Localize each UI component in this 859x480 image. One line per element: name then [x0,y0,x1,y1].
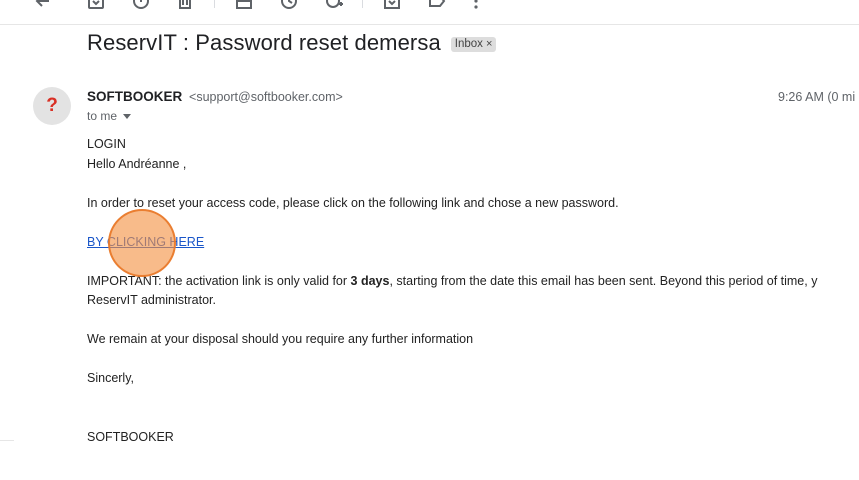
reset-password-link[interactable]: BY CLICKING HERE [87,235,204,249]
body-important-line2: ReservIT administrator. [87,293,216,307]
delete-icon[interactable] [175,0,195,11]
archive-icon[interactable] [86,0,106,11]
move-to-icon[interactable] [382,0,402,11]
body-greeting: Hello Andréanne , [87,157,187,171]
label-chip-text: Inbox [454,38,483,50]
email-view: ReservIT : Password reset demersa Inbox … [0,0,859,480]
back-arrow-icon[interactable] [33,0,53,11]
chevron-down-icon[interactable] [123,113,132,119]
toolbar-divider [214,0,215,8]
sender-avatar[interactable]: ? [33,87,71,125]
important-prefix: IMPORTANT: the activation link is only v… [87,274,351,288]
sender-email: <support@softbooker.com> [189,90,343,104]
important-duration: 3 days [350,274,390,288]
add-to-tasks-icon[interactable] [324,0,344,11]
email-subject-row: ReservIT : Password reset demersa Inbox … [87,30,497,56]
body-disposal: We remain at your disposal should you re… [87,332,474,346]
body-login: LOGIN [87,137,126,151]
unknown-sender-icon: ? [46,95,58,116]
body-signature: SOFTBOOKER [87,430,174,444]
more-options-icon[interactable] [466,0,486,11]
toolbar-divider [362,0,363,8]
mark-unread-icon[interactable] [234,0,254,11]
recipient-label: to me [87,109,118,123]
inbox-label-chip[interactable]: Inbox × [450,37,497,52]
sender-name[interactable]: SOFTBOOKER [87,89,182,104]
body-closing: Sincerly, [87,371,135,385]
divider [0,440,14,441]
body-instruction: In order to reset your access code, plea… [87,196,619,210]
recipient-details-toggle[interactable]: to me [87,109,132,123]
snooze-icon[interactable] [279,0,299,11]
important-suffix: , starting from the date this email has … [389,274,818,288]
sender-line: SOFTBOOKER <support@softbooker.com> [87,89,343,104]
remove-label-icon[interactable]: × [486,38,492,50]
email-subject: ReservIT : Password reset demersa [87,30,441,55]
email-toolbar [0,0,859,25]
body-important: IMPORTANT: the activation link is only v… [87,274,817,288]
report-spam-icon[interactable] [131,0,151,11]
labels-icon[interactable] [427,0,447,11]
email-timestamp: 9:26 AM (0 mi [778,90,856,104]
reset-link-row: BY CLICKING HERE [87,235,204,249]
